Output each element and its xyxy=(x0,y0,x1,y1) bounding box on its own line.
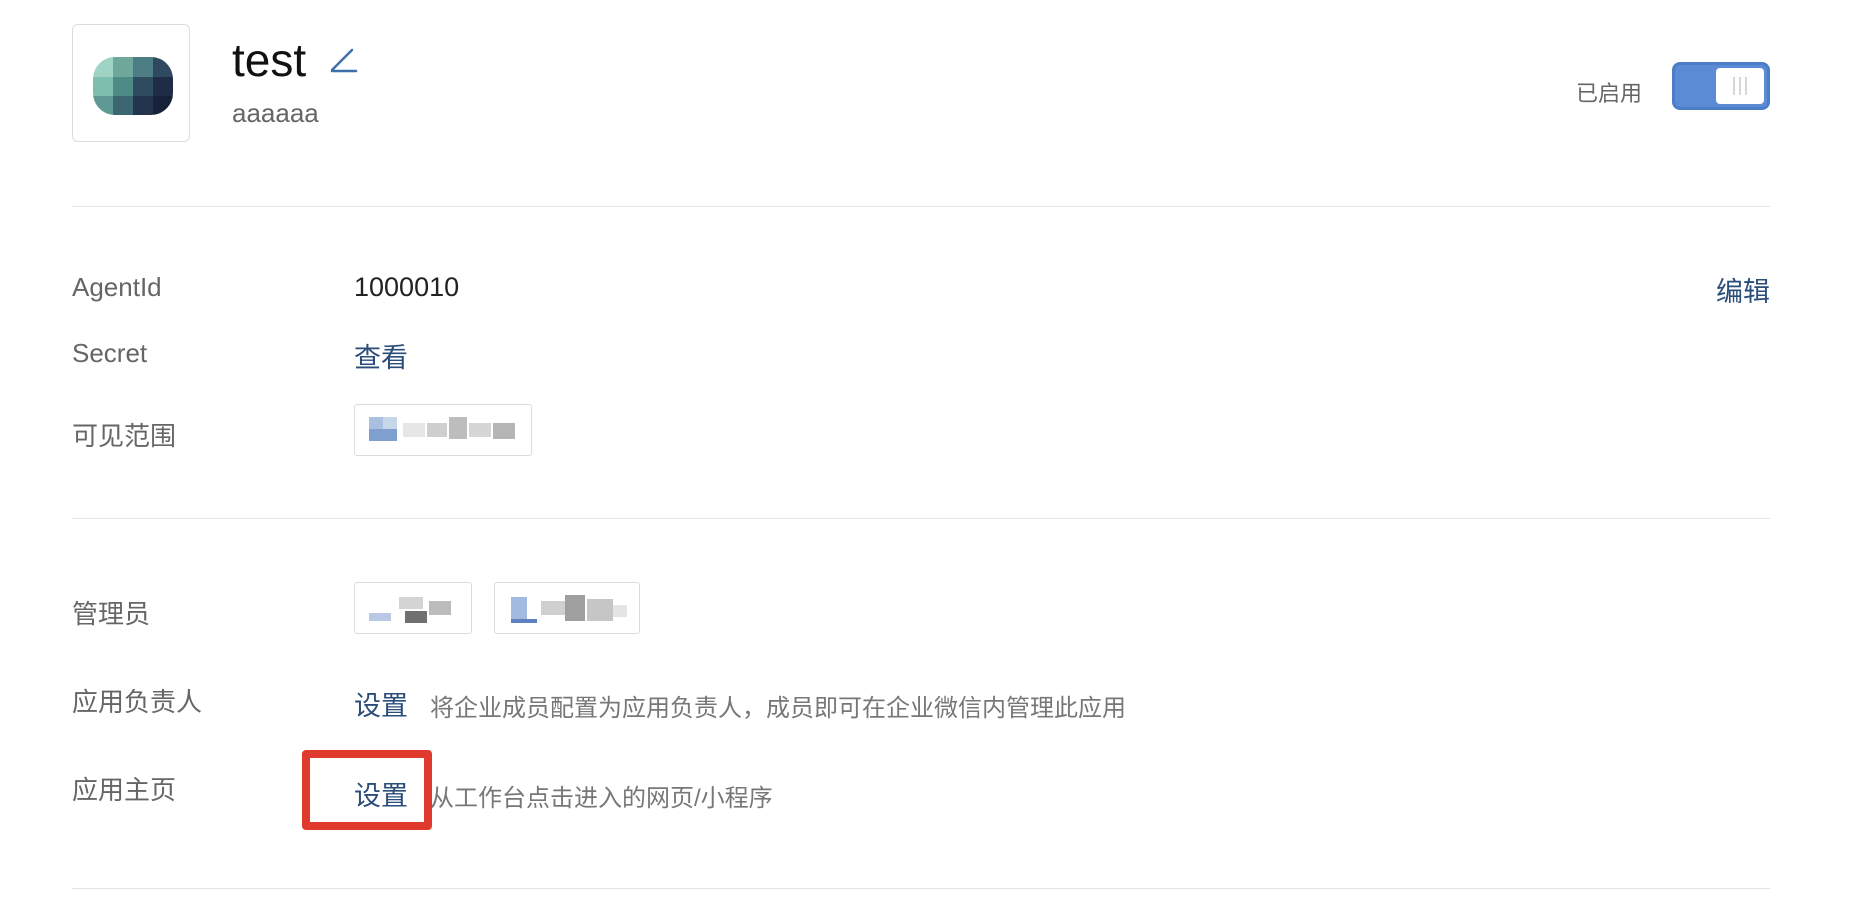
owner-label: 应用负责人 xyxy=(72,687,203,717)
visible-range-chip[interactable] xyxy=(354,404,532,456)
app-name: test xyxy=(232,34,307,86)
enable-toggle[interactable] xyxy=(1672,62,1770,110)
app-logo-icon[interactable] xyxy=(72,24,190,142)
divider xyxy=(72,518,1770,519)
homepage-hint: 从工作台点击进入的网页/小程序 xyxy=(430,785,773,812)
view-secret-link[interactable]: 查看 xyxy=(354,336,408,375)
homepage-set-link[interactable]: 设置 xyxy=(354,774,408,813)
app-detail-page: test aaaaaa 已启用 AgentId 1000010 编辑 Secre… xyxy=(72,0,1770,912)
admin-label: 管理员 xyxy=(72,599,151,629)
homepage-label: 应用主页 xyxy=(72,775,177,805)
edit-button[interactable]: 编辑 xyxy=(1716,270,1770,309)
toggle-knob xyxy=(1716,68,1764,104)
divider xyxy=(72,888,1770,889)
owner-hint: 将企业成员配置为应用负责人，成员即可在企业微信内管理此应用 xyxy=(430,695,1126,722)
admin-chip[interactable] xyxy=(494,582,640,634)
status-label: 已启用 xyxy=(1575,81,1642,106)
divider xyxy=(72,206,1770,207)
agentid-value: 1000010 xyxy=(354,272,460,302)
admin-chip[interactable] xyxy=(354,582,472,634)
app-description: aaaaaa xyxy=(232,98,319,128)
secret-label: Secret xyxy=(72,338,148,368)
pencil-icon[interactable] xyxy=(328,44,358,79)
visible-range-label: 可见范围 xyxy=(72,421,177,451)
owner-set-link[interactable]: 设置 xyxy=(354,684,408,723)
agentid-label: AgentId xyxy=(72,272,162,302)
